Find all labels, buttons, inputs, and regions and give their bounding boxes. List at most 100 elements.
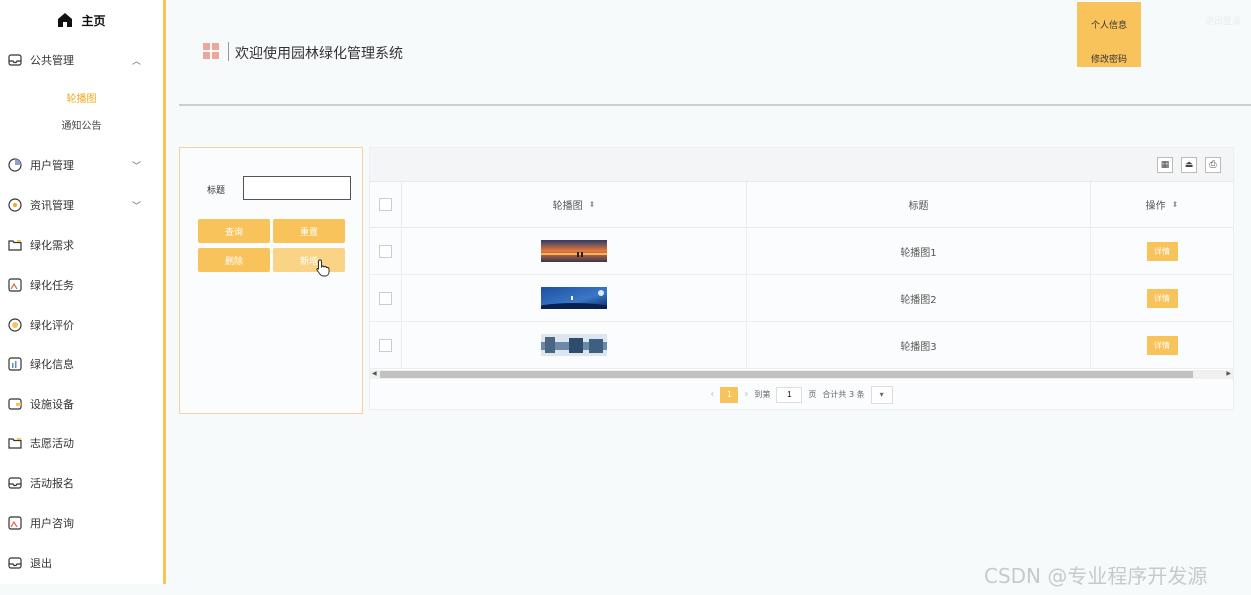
goto-page-input[interactable]	[776, 386, 803, 403]
detail-button[interactable]: 详情	[1146, 288, 1178, 308]
home-label: 主页	[81, 13, 106, 28]
scrollbar-thumb[interactable]	[380, 371, 1193, 378]
image-icon	[8, 278, 22, 292]
sidebar-item-logout[interactable]: 退出	[0, 551, 163, 575]
next-page-icon[interactable]: ›	[744, 389, 748, 400]
page-label: 页	[808, 390, 817, 399]
inbox-icon	[8, 477, 22, 489]
action-cell: 详情	[1091, 275, 1233, 322]
action-cell: 详情	[1091, 322, 1233, 369]
sidebar-item-consult[interactable]: 用户咨询	[0, 511, 163, 535]
sort-icon[interactable]: ⬍	[1172, 200, 1179, 209]
folder-icon	[8, 438, 22, 449]
sidebar-item-label: 绿化任务	[30, 279, 74, 292]
chevron-down-icon: ﹀	[131, 161, 141, 172]
info-circle-icon	[8, 198, 22, 212]
sidebar-subitem-notice[interactable]: 通知公告	[0, 117, 163, 132]
title-search-input[interactable]	[243, 176, 351, 200]
column-label: 标题	[908, 201, 929, 212]
table-row	[370, 322, 402, 369]
sidebar-item-green-demand[interactable]: 绿化需求	[0, 233, 163, 257]
columns-icon[interactable]: ▦	[1157, 157, 1173, 173]
pagination: ‹ 1 › 到第 页 合计共 3 条 ▾	[370, 380, 1233, 409]
page-number-current[interactable]: 1	[720, 386, 739, 403]
total-count: 合计共 3 条	[822, 390, 865, 399]
query-button[interactable]: 查询	[198, 219, 270, 243]
row-checkbox[interactable]	[379, 291, 392, 305]
sidebar-item-label: 公共管理	[30, 54, 74, 67]
page-title: 欢迎使用园林绿化管理系统	[235, 46, 403, 62]
sidebar-item-signup[interactable]: 活动报名	[0, 471, 163, 495]
change-password-button[interactable]: 修改密码	[1077, 52, 1141, 65]
sidebar-item-news-mgmt[interactable]: 资讯管理 ﹀	[0, 193, 163, 217]
column-label: 操作	[1145, 201, 1166, 212]
sidebar-item-facilities[interactable]: 设施设备	[0, 392, 163, 416]
scroll-right-icon[interactable]: ▶	[1226, 370, 1231, 377]
column-header-title: 标题	[747, 182, 1091, 228]
sidebar-item-label: 用户管理	[30, 159, 74, 172]
clock-icon	[8, 158, 22, 172]
image-cell	[402, 322, 747, 369]
sidebar-item-label: 绿化需求	[30, 239, 74, 252]
sidebar-item-label: 志愿活动	[30, 437, 74, 450]
carousel-thumbnail	[541, 334, 607, 356]
sort-icon[interactable]: ⬍	[589, 200, 596, 209]
column-header-action[interactable]: 操作 ⬍	[1091, 182, 1233, 228]
image-cell	[402, 275, 747, 322]
header-divider	[179, 104, 1251, 106]
sidebar-item-label: 用户咨询	[30, 517, 74, 530]
title-cell: 轮播图3	[747, 322, 1091, 369]
chevron-down-icon: ﹀	[131, 201, 141, 212]
carousel-thumbnail	[541, 240, 607, 262]
add-button[interactable]: 新增	[273, 248, 345, 272]
row-checkbox[interactable]	[379, 338, 392, 352]
title-cell: 轮播图1	[747, 228, 1091, 275]
user-menu: 个人信息 修改密码	[1077, 2, 1141, 67]
title-cell: 轮播图2	[747, 275, 1091, 322]
hand-cursor-icon	[316, 259, 330, 277]
title-divider	[228, 42, 229, 61]
sidebar-item-label: 资讯管理	[30, 199, 74, 212]
sidebar-item-public-mgmt[interactable]: 公共管理 ︿	[0, 48, 163, 72]
folder-icon	[8, 240, 22, 251]
goto-label: 到第	[754, 390, 771, 399]
home-link[interactable]: 主页	[0, 0, 163, 40]
print-icon[interactable]: ⎙	[1205, 157, 1221, 173]
chart-icon	[8, 357, 22, 371]
row-checkbox[interactable]	[379, 244, 392, 258]
select-all-cell	[370, 182, 402, 228]
scroll-left-icon[interactable]: ◀	[372, 370, 377, 377]
page-size-select[interactable]: ▾	[870, 385, 893, 404]
star-circle-icon	[8, 318, 22, 332]
export-icon[interactable]: ⏏	[1181, 157, 1197, 173]
sidebar-item-green-info[interactable]: 绿化信息	[0, 352, 163, 376]
home-icon	[58, 13, 73, 27]
inbox-icon	[8, 54, 22, 66]
delete-button[interactable]: 删除	[198, 248, 270, 272]
sidebar-item-label: 退出	[30, 557, 52, 570]
horizontal-scrollbar[interactable]: ◀ ▶	[370, 370, 1233, 379]
detail-button[interactable]: 详情	[1146, 335, 1178, 355]
sidebar-item-green-task[interactable]: 绿化任务	[0, 273, 163, 297]
sidebar: 主页 公共管理 ︿ 轮播图 通知公告 用户管理 ﹀ 资讯管理 ﹀ 绿化需求 绿化…	[0, 0, 166, 584]
search-panel: 标题 查询 重置 删除 新增	[179, 147, 363, 414]
profile-button[interactable]: 个人信息	[1077, 18, 1141, 31]
sidebar-item-label: 活动报名	[30, 477, 74, 490]
detail-button[interactable]: 详情	[1146, 241, 1178, 261]
prev-page-icon[interactable]: ‹	[710, 389, 714, 400]
table-row	[370, 275, 402, 322]
select-all-checkbox[interactable]	[379, 198, 392, 211]
sidebar-item-green-review[interactable]: 绿化评价	[0, 313, 163, 337]
sidebar-subitem-carousel[interactable]: 轮播图	[0, 90, 163, 105]
logout-link[interactable]: 退出登录	[1205, 14, 1241, 27]
chevron-down-icon: ▾	[879, 390, 884, 399]
table-row	[370, 228, 402, 275]
column-header-image[interactable]: 轮播图 ⬍	[402, 182, 747, 228]
grid-icon	[203, 43, 219, 59]
sidebar-item-volunteer[interactable]: 志愿活动	[0, 431, 163, 455]
inbox-icon	[8, 557, 22, 569]
chevron-up-icon: ︿	[131, 56, 141, 67]
data-table: ▦ ⏏ ⎙ 轮播图 ⬍ 标题 操作 ⬍ 轮播图1 详情 轮播图2 详情 轮播图3	[369, 147, 1234, 410]
reset-button[interactable]: 重置	[273, 219, 345, 243]
sidebar-item-user-mgmt[interactable]: 用户管理 ﹀	[0, 153, 163, 177]
